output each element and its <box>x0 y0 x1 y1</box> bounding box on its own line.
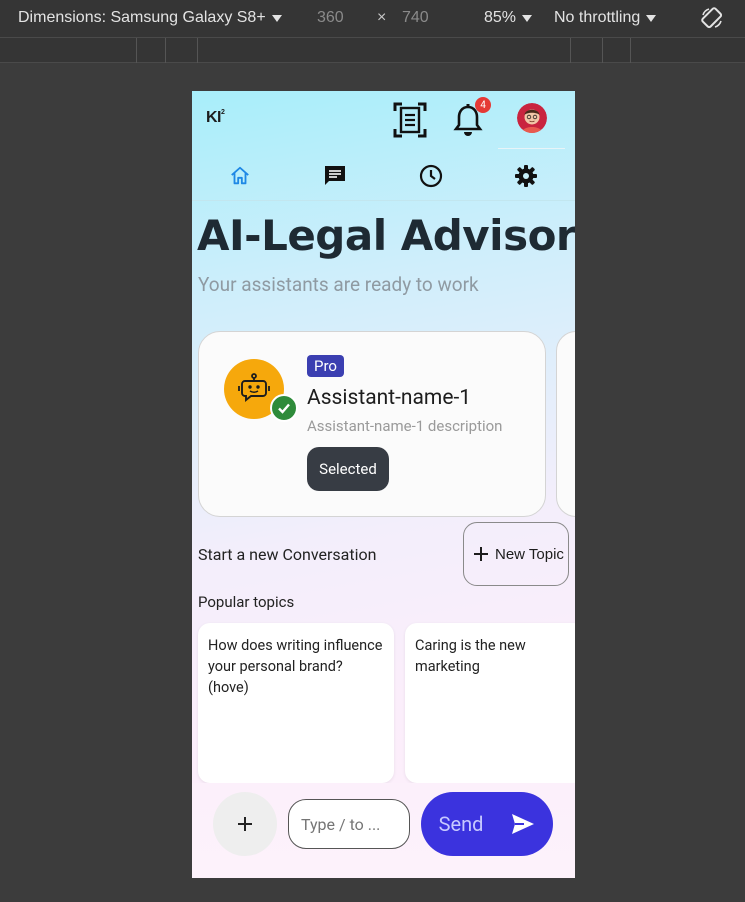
devtools-toolbar: Dimensions: Samsung Galaxy S8+ 360 × 740… <box>0 0 745 38</box>
home-icon <box>231 166 249 185</box>
tab-chat[interactable] <box>321 162 349 190</box>
page-title: AI-Legal Advisor <box>197 211 575 260</box>
phone-viewport: KI2 4 AI-Legal Advisor Your assistants a… <box>192 91 575 878</box>
message-input[interactable] <box>288 799 410 849</box>
chevron-down-icon <box>646 14 657 22</box>
send-icon <box>512 814 535 834</box>
tab-home[interactable] <box>226 162 254 190</box>
times-symbol: × <box>377 9 387 26</box>
page-subtitle: Your assistants are ready to work <box>198 273 479 296</box>
selected-button[interactable]: Selected <box>307 447 389 491</box>
chevron-down-icon <box>522 14 533 22</box>
topic-card[interactable]: Caring is the new marketing <box>405 623 575 783</box>
app-logo[interactable]: KI2 <box>206 109 225 127</box>
throttling-select[interactable]: No throttling <box>554 9 657 27</box>
zoom-label: 85% <box>484 9 517 26</box>
device-select[interactable]: Dimensions: Samsung Galaxy S8+ <box>18 9 282 27</box>
width-input[interactable]: 360 <box>317 9 344 27</box>
tab-settings[interactable] <box>512 162 540 190</box>
new-conversation-label: Start a new Conversation <box>198 545 377 564</box>
composer-bar: Send <box>192 783 575 878</box>
assistant-name: Assistant-name-1 <box>307 386 472 410</box>
user-avatar[interactable] <box>517 103 547 133</box>
chat-icon <box>325 166 345 185</box>
rotate-icon <box>701 7 723 29</box>
new-topic-button[interactable]: New Topic <box>463 522 569 586</box>
avatar-image <box>517 103 547 133</box>
plus-icon <box>238 817 252 831</box>
pro-badge: Pro <box>307 355 344 377</box>
assistant-card[interactable]: Pro Assistant-name-1 Assistant-name-1 de… <box>198 331 546 517</box>
notification-badge: 4 <box>475 97 491 113</box>
selected-check-icon <box>270 394 298 422</box>
devtools-ruler <box>0 38 745 63</box>
gear-icon <box>515 165 537 187</box>
tab-history[interactable] <box>417 162 445 190</box>
topic-card[interactable]: How does writing influence your personal… <box>198 623 394 783</box>
document-scan-icon[interactable] <box>393 102 427 138</box>
robot-chat-icon <box>238 373 270 402</box>
bottom-tab-bar <box>192 149 575 201</box>
throttling-label: No throttling <box>554 9 641 26</box>
new-topic-label: New Topic <box>495 545 564 563</box>
plus-icon <box>474 547 488 561</box>
next-assistant-card[interactable] <box>556 331 575 517</box>
zoom-select[interactable]: 85% <box>484 9 533 27</box>
attach-button[interactable] <box>213 792 277 856</box>
device-dimensions-label: Dimensions: Samsung Galaxy S8+ <box>18 9 266 26</box>
assistant-description: Assistant-name-1 description <box>307 417 503 435</box>
height-input[interactable]: 740 <box>402 9 429 27</box>
send-label: Send <box>438 812 484 836</box>
clock-icon <box>419 164 443 188</box>
app-header: KI2 4 <box>192 91 575 149</box>
send-button[interactable]: Send <box>421 792 553 856</box>
chevron-down-icon <box>271 14 282 22</box>
rotate-button[interactable] <box>700 6 724 30</box>
popular-topics-heading: Popular topics <box>198 593 295 611</box>
